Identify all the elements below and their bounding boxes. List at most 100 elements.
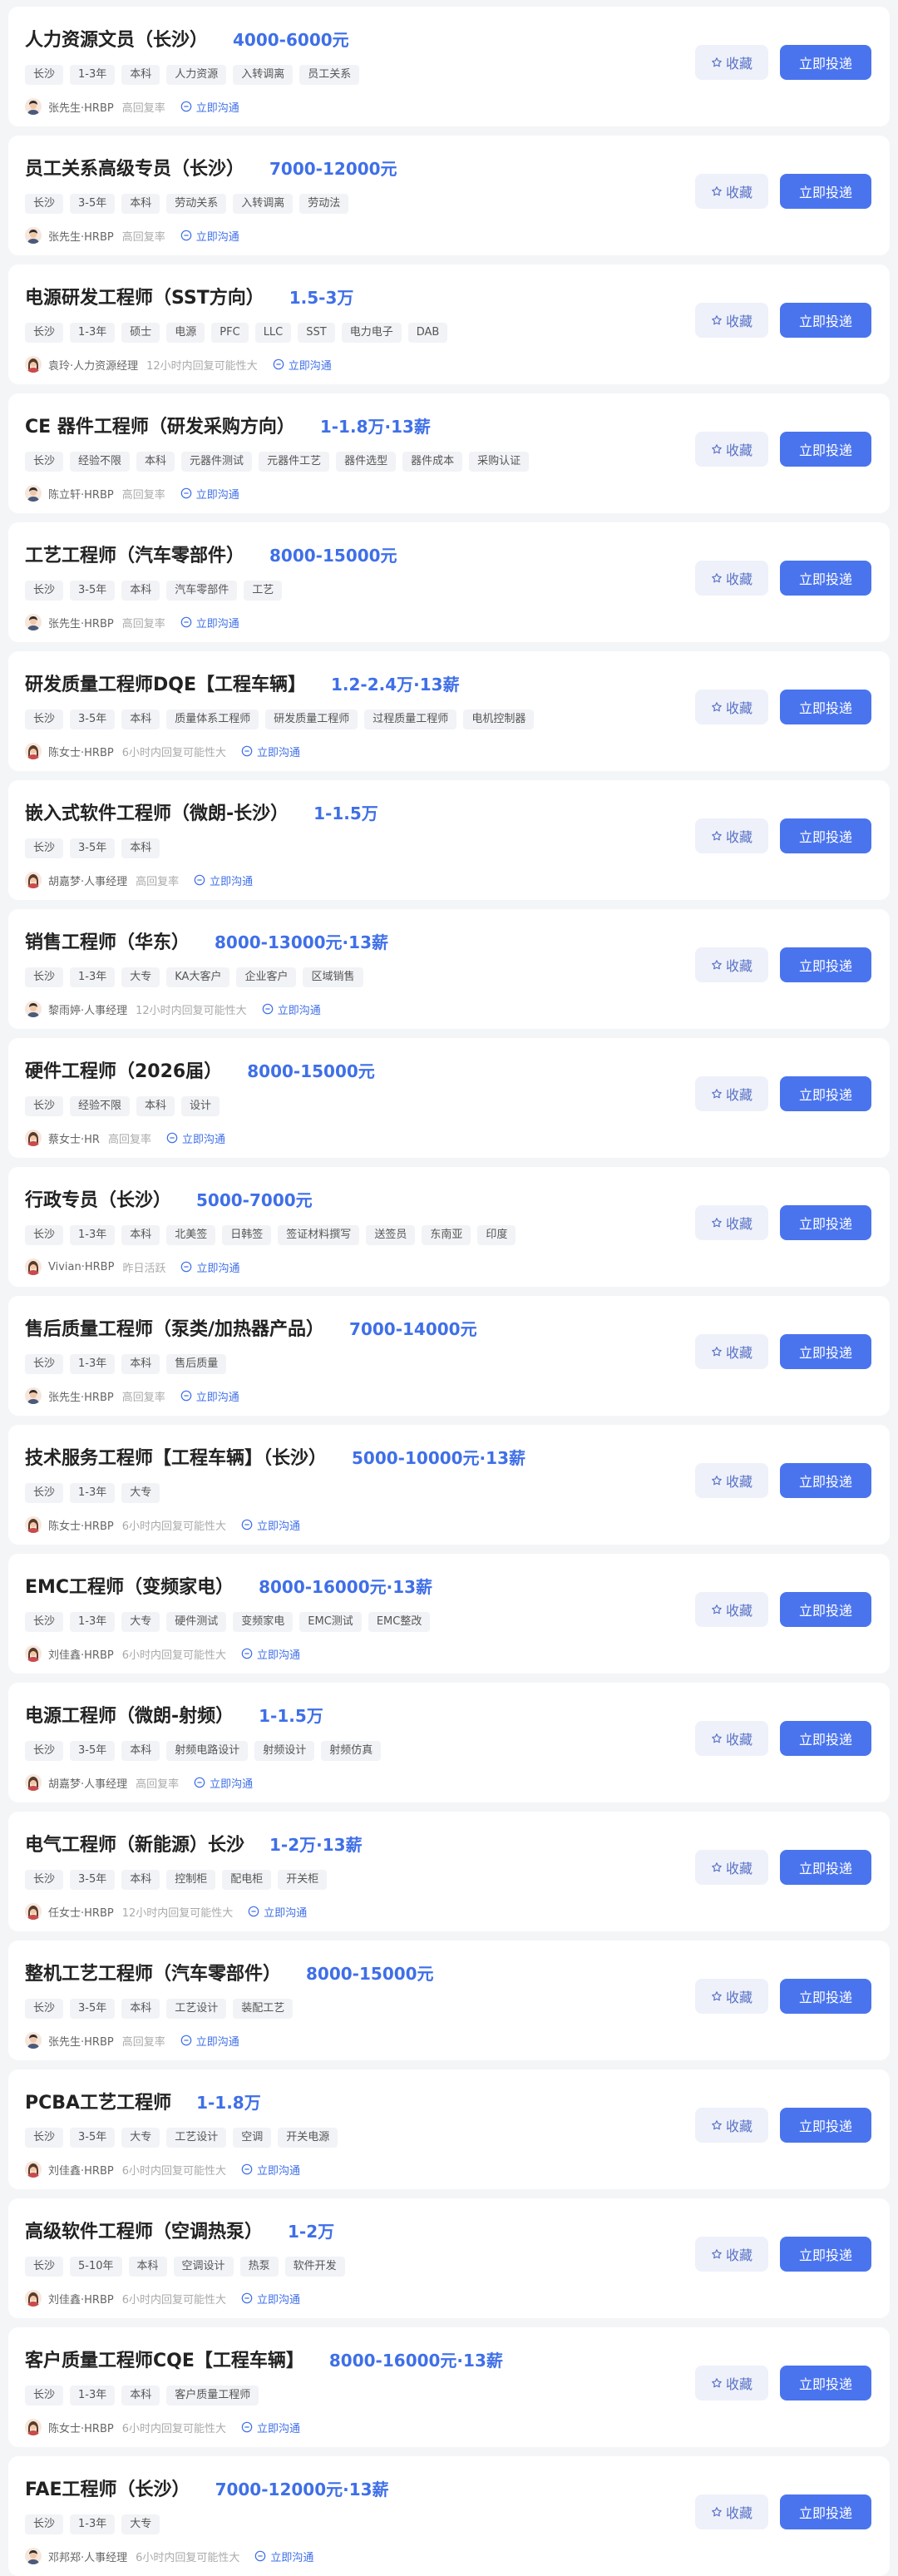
job-title[interactable]: 嵌入式软件工程师（微朗-长沙） — [25, 799, 289, 825]
favorite-button[interactable]: 收藏 — [695, 1979, 768, 2014]
job-card[interactable]: 硬件工程师（2026届） 8000-15000元 长沙 经验不限 本科 设计 蔡女士·HR 高… — [8, 1038, 890, 1158]
job-title[interactable]: EMC工程师（变频家电） — [25, 1572, 234, 1599]
job-card[interactable]: 高级软件工程师（空调热泵） 1-2万 长沙 5-10年 本科 空调设计 热泵 软件开发 刘佳鑫·… — [8, 2198, 890, 2318]
favorite-button[interactable]: 收藏 — [695, 561, 768, 596]
apply-button[interactable]: 立即投递 — [780, 1463, 871, 1498]
favorite-button[interactable]: 收藏 — [695, 947, 768, 982]
apply-button[interactable]: 立即投递 — [780, 303, 871, 338]
chat-now-link[interactable]: 立即沟通 — [241, 744, 300, 759]
favorite-button[interactable]: 收藏 — [695, 1721, 768, 1756]
favorite-button[interactable]: 收藏 — [695, 1463, 768, 1498]
job-card[interactable]: 技术服务工程师【工程车辆】（长沙） 5000-10000元·13薪 长沙 1-3年 大专… — [8, 1425, 890, 1545]
job-card[interactable]: FAE工程师（长沙） 7000-12000元·13薪 长沙 1-3年 大专 邓邦郑·人事经… — [8, 2456, 890, 2576]
apply-button[interactable]: 立即投递 — [780, 2366, 871, 2400]
apply-button[interactable]: 立即投递 — [780, 1721, 871, 1756]
chat-now-link[interactable]: 立即沟通 — [180, 1259, 239, 1275]
favorite-button[interactable]: 收藏 — [695, 690, 768, 724]
apply-button[interactable]: 立即投递 — [780, 1979, 871, 2014]
job-card[interactable]: 电源研发工程师（SST方向） 1.5-3万 长沙 1-3年 硕士 电源 PFC LLC SST 电… — [8, 265, 890, 384]
job-card[interactable]: 销售工程师（华东） 8000-13000元·13薪 长沙 1-3年 大专 KA大客户 企业客… — [8, 909, 890, 1029]
job-title[interactable]: 研发质量工程师DQE【工程车辆】 — [25, 670, 306, 696]
favorite-button[interactable]: 收藏 — [695, 1850, 768, 1885]
favorite-button[interactable]: 收藏 — [695, 2494, 768, 2529]
job-title[interactable]: 工艺工程师（汽车零部件） — [25, 541, 244, 567]
chat-now-link[interactable]: 立即沟通 — [262, 1001, 321, 1017]
apply-button[interactable]: 立即投递 — [780, 45, 871, 80]
chat-now-link[interactable]: 立即沟通 — [241, 2291, 300, 2307]
chat-now-link[interactable]: 立即沟通 — [180, 1388, 239, 1404]
job-card[interactable]: 嵌入式软件工程师（微朗-长沙） 1-1.5万 长沙 3-5年 本科 胡嘉梦·人事经理 高回复… — [8, 780, 890, 900]
chat-now-link[interactable]: 立即沟通 — [166, 1130, 225, 1146]
apply-button[interactable]: 立即投递 — [780, 690, 871, 724]
job-card[interactable]: 员工关系高级专员（长沙） 7000-12000元 长沙 3-5年 本科 劳动关系 入转调离劳… — [8, 136, 890, 255]
job-card[interactable]: EMC工程师（变频家电） 8000-16000元·13薪 长沙 1-3年 大专 硬件测试变… — [8, 1554, 890, 1674]
apply-button[interactable]: 立即投递 — [780, 1592, 871, 1627]
apply-button[interactable]: 立即投递 — [780, 2237, 871, 2272]
job-title[interactable]: 人力资源文员（长沙） — [25, 25, 208, 52]
chat-now-link[interactable]: 立即沟通 — [194, 1775, 253, 1791]
job-title[interactable]: 整机工艺工程师（汽车零部件） — [25, 1959, 281, 1985]
apply-button[interactable]: 立即投递 — [780, 432, 871, 467]
chat-now-link[interactable]: 立即沟通 — [241, 1646, 300, 1662]
chat-now-link[interactable]: 立即沟通 — [241, 1517, 300, 1533]
job-title[interactable]: 行政专员（长沙） — [25, 1185, 171, 1212]
favorite-button[interactable]: 收藏 — [695, 303, 768, 338]
apply-button[interactable]: 立即投递 — [780, 1334, 871, 1369]
favorite-button[interactable]: 收藏 — [695, 2108, 768, 2143]
job-title[interactable]: 客户质量工程师CQE【工程车辆】 — [25, 2346, 304, 2372]
job-title[interactable]: 售后质量工程师（泵类/加热器产品） — [25, 1314, 324, 1341]
job-title[interactable]: 硬件工程师（2026届） — [25, 1056, 222, 1083]
job-card[interactable]: 人力资源文员（长沙） 4000-6000元 长沙 1-3年 本科 人力资源 入转调离 员工关系… — [8, 7, 890, 126]
job-title[interactable]: 电源研发工程师（SST方向） — [25, 283, 264, 309]
job-card[interactable]: CE 器件工程师（研发采购方向） 1-1.8万·13薪 长沙 经验不限 本科 元器件测试元… — [8, 393, 890, 513]
job-title[interactable]: 技术服务工程师【工程车辆】（长沙） — [25, 1443, 327, 1470]
job-card[interactable]: 售后质量工程师（泵类/加热器产品） 7000-14000元 长沙 1-3年 本科 售后质量… — [8, 1296, 890, 1416]
favorite-button[interactable]: 收藏 — [695, 1205, 768, 1240]
apply-button[interactable]: 立即投递 — [780, 174, 871, 209]
favorite-button[interactable]: 收藏 — [695, 818, 768, 853]
job-card[interactable]: 电源工程师（微朗-射频） 1-1.5万 长沙 3-5年 本科 射频电路设计 射频设计 射频仿真… — [8, 1683, 890, 1802]
apply-button[interactable]: 立即投递 — [780, 561, 871, 596]
chat-now-link[interactable]: 立即沟通 — [248, 1904, 307, 1920]
job-card[interactable]: 整机工艺工程师（汽车零部件） 8000-15000元 长沙 3-5年 本科 工艺设计 装配工… — [8, 1941, 890, 2060]
job-title[interactable]: 电源工程师（微朗-射频） — [25, 1701, 234, 1728]
job-title[interactable]: PCBA工艺工程师 — [25, 2088, 171, 2114]
job-card[interactable]: PCBA工艺工程师 1-1.8万 长沙 3-5年 大专 工艺设计 空调 开关电源 刘佳鑫·HRB… — [8, 2069, 890, 2189]
chat-now-link[interactable]: 立即沟通 — [180, 228, 239, 244]
chat-now-link[interactable]: 立即沟通 — [241, 2162, 300, 2178]
job-title[interactable]: 员工关系高级专员（长沙） — [25, 154, 244, 180]
favorite-button[interactable]: 收藏 — [695, 432, 768, 467]
job-card[interactable]: 工艺工程师（汽车零部件） 8000-15000元 长沙 3-5年 本科 汽车零部件 工艺 张先… — [8, 522, 890, 642]
job-card[interactable]: 行政专员（长沙） 5000-7000元 长沙 1-3年 本科 北美签 日韩签 签证材料撰写 送签… — [8, 1167, 890, 1287]
job-title[interactable]: 高级软件工程师（空调热泵） — [25, 2217, 263, 2243]
job-card[interactable]: 电气工程师（新能源）长沙 1-2万·13薪 长沙 3-5年 本科 控制柜 配电柜 开关柜 任女士… — [8, 1812, 890, 1931]
apply-button[interactable]: 立即投递 — [780, 1076, 871, 1111]
job-title[interactable]: FAE工程师（长沙） — [25, 2475, 190, 2501]
chat-now-link[interactable]: 立即沟通 — [273, 357, 332, 373]
job-title[interactable]: 销售工程师（华东） — [25, 927, 190, 954]
apply-button[interactable]: 立即投递 — [780, 1205, 871, 1240]
chat-now-link[interactable]: 立即沟通 — [254, 2549, 313, 2564]
chat-now-link[interactable]: 立即沟通 — [194, 873, 253, 888]
favorite-button[interactable]: 收藏 — [695, 2237, 768, 2272]
chat-now-link[interactable]: 立即沟通 — [180, 615, 239, 630]
favorite-button[interactable]: 收藏 — [695, 1076, 768, 1111]
chat-now-link[interactable]: 立即沟通 — [180, 2033, 239, 2049]
favorite-button[interactable]: 收藏 — [695, 45, 768, 80]
apply-button[interactable]: 立即投递 — [780, 1850, 871, 1885]
favorite-button[interactable]: 收藏 — [695, 1334, 768, 1369]
job-card[interactable]: 客户质量工程师CQE【工程车辆】 8000-16000元·13薪 长沙 1-3年 本科客… — [8, 2327, 890, 2447]
job-title[interactable]: 电气工程师（新能源）长沙 — [25, 1830, 244, 1857]
apply-button[interactable]: 立即投递 — [780, 818, 871, 853]
chat-now-link[interactable]: 立即沟通 — [241, 2420, 300, 2435]
job-card[interactable]: 研发质量工程师DQE【工程车辆】 1.2-2.4万·13薪 长沙 3-5年 本科 质量体系… — [8, 651, 890, 771]
apply-button[interactable]: 立即投递 — [780, 947, 871, 982]
apply-button[interactable]: 立即投递 — [780, 2494, 871, 2529]
chat-now-link[interactable]: 立即沟通 — [180, 486, 239, 502]
chat-now-link[interactable]: 立即沟通 — [180, 99, 239, 115]
favorite-button[interactable]: 收藏 — [695, 2366, 768, 2400]
apply-button[interactable]: 立即投递 — [780, 2108, 871, 2143]
job-title[interactable]: CE 器件工程师（研发采购方向） — [25, 412, 295, 438]
favorite-button[interactable]: 收藏 — [695, 174, 768, 209]
favorite-button[interactable]: 收藏 — [695, 1592, 768, 1627]
